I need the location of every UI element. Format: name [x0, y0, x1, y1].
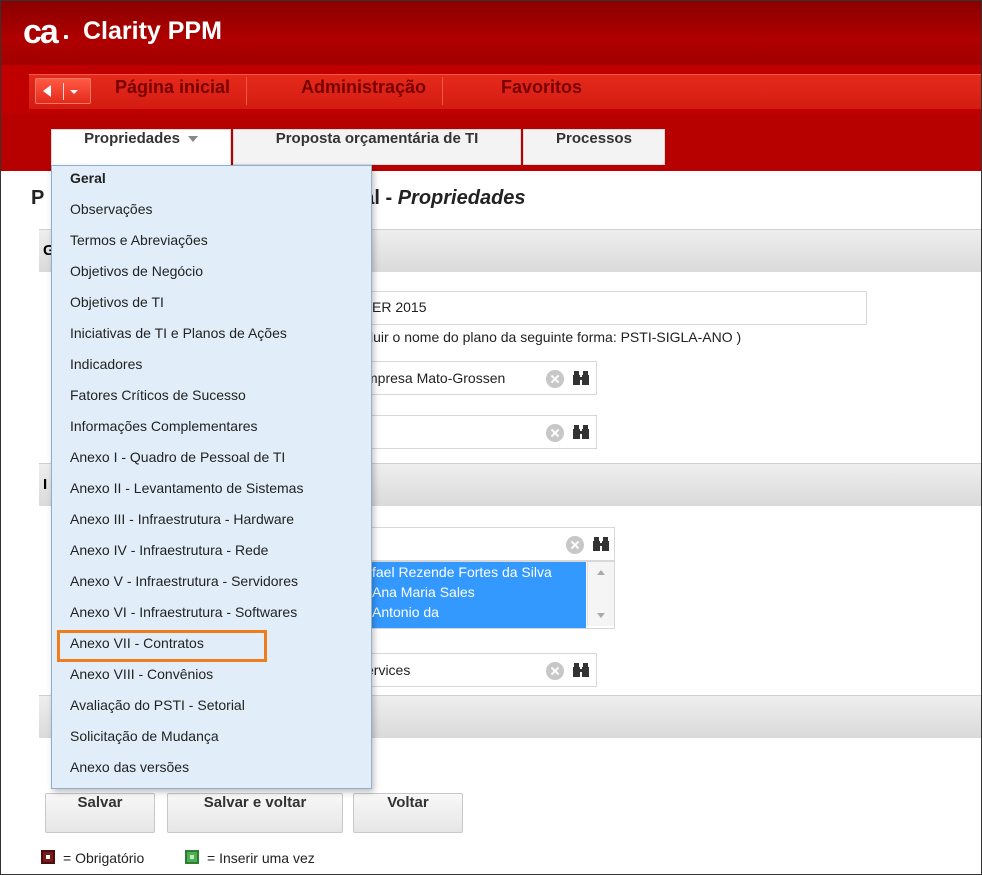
nav-administration[interactable]: Administração [285, 77, 444, 105]
menu-item-change-request[interactable]: Solicitação de Mudança [70, 728, 219, 759]
menu-item-initiatives[interactable]: Iniciativas de TI e Planos de Ações [70, 325, 287, 356]
scroll-up-icon[interactable] [597, 570, 605, 575]
legend-insert-once: = Inserir uma vez [207, 850, 315, 866]
highlight-box [57, 630, 267, 662]
nav-home[interactable]: Página inicial [99, 77, 248, 105]
required-marker-icon [41, 850, 55, 864]
app-window: ca Clarity PPM Página inicial Administra… [0, 0, 982, 875]
binoculars-icon[interactable] [572, 661, 590, 679]
history-back-button[interactable] [35, 78, 91, 104]
menu-item-annex-3[interactable]: Anexo III - Infraestrutura - Hardware [70, 511, 294, 542]
member-option[interactable]: Antonio da [372, 604, 439, 620]
logo-dot [64, 35, 68, 39]
app-header: ca Clarity PPM [1, 1, 981, 65]
services-value: ervices [366, 662, 411, 678]
tab-properties-label: Propriedades [84, 130, 180, 147]
divider [63, 83, 64, 100]
binoculars-icon[interactable] [592, 535, 610, 553]
back-arrow-icon [43, 85, 51, 97]
page-title-italic: Propriedades [397, 187, 526, 209]
section-label: I [43, 476, 48, 493]
chevron-down-icon [187, 136, 198, 143]
page-title-prefix: P [31, 187, 45, 209]
organization-lookup[interactable]: mpresa Mato-Grossen [357, 361, 597, 395]
menu-item-annex-5[interactable]: Anexo V - Infraestrutura - Servidores [70, 573, 298, 604]
tab-budget-proposal[interactable]: Proposta orçamentária de TI [233, 129, 521, 165]
chevron-down-icon[interactable] [70, 90, 78, 94]
menu-item-business-objectives[interactable]: Objetivos de Negócio [70, 263, 203, 294]
menu-item-complementary-info[interactable]: Informações Complementares [70, 418, 258, 449]
tab-processes[interactable]: Processos [523, 129, 665, 165]
selected-members[interactable]: fael Rezende Fortes da Silva Ana Maria S… [364, 562, 586, 628]
ca-logo: ca [23, 13, 59, 51]
plan-name-hint: cluir o nome do plano da seguinte forma:… [363, 329, 742, 345]
listbox-scrollbar[interactable] [587, 562, 614, 626]
app-title: Clarity PPM [83, 17, 222, 45]
lookup-field-2[interactable] [357, 415, 597, 449]
properties-dropdown-menu: Geral Observações Termos e Abreviações O… [51, 165, 372, 789]
member-option[interactable]: fael Rezende Fortes da Silva [372, 564, 552, 580]
member-option[interactable]: Ana Maria Sales [372, 584, 475, 600]
menu-item-psti-evaluation[interactable]: Avaliação do PSTI - Setorial [70, 697, 245, 728]
save-button[interactable]: Salvar [45, 793, 155, 833]
scroll-down-icon[interactable] [597, 613, 605, 618]
save-and-back-button[interactable]: Salvar e voltar [167, 793, 343, 833]
menu-item-it-objectives[interactable]: Objetivos de TI [70, 294, 164, 325]
services-lookup[interactable]: ervices [357, 653, 597, 687]
plan-name-field[interactable]: ER 2015 [363, 291, 867, 325]
menu-item-terms[interactable]: Termos e Abreviações [70, 232, 208, 263]
legend-required: = Obrigatório [63, 850, 145, 866]
menu-item-observations[interactable]: Observações [70, 201, 152, 232]
clear-icon[interactable] [546, 370, 564, 388]
menu-item-annex-4[interactable]: Anexo IV - Infraestrutura - Rede [70, 542, 268, 573]
clear-icon[interactable] [566, 536, 584, 554]
organization-value: mpresa Mato-Grossen [366, 370, 506, 386]
menu-item-general[interactable]: Geral [70, 170, 106, 201]
binoculars-icon[interactable] [572, 423, 590, 441]
clear-icon[interactable] [546, 662, 564, 680]
menu-item-annex-8[interactable]: Anexo VIII - Convênios [70, 666, 213, 697]
insert-once-marker-icon [185, 850, 199, 864]
menu-item-annex-1[interactable]: Anexo I - Quadro de Pessoal de TI [70, 449, 285, 480]
members-listbox[interactable]: fael Rezende Fortes da Silva Ana Maria S… [363, 561, 615, 629]
menu-item-critical-factors[interactable]: Fatores Críticos de Sucesso [70, 387, 246, 418]
back-button[interactable]: Voltar [353, 793, 463, 833]
menu-item-indicators[interactable]: Indicadores [70, 356, 142, 387]
menu-item-versions-annex[interactable]: Anexo das versões [70, 759, 189, 790]
menu-item-annex-2[interactable]: Anexo II - Levantamento de Sistemas [70, 480, 303, 511]
nav-favorites[interactable]: Favoritos [485, 77, 598, 105]
lookup-field-3[interactable] [363, 527, 615, 561]
binoculars-icon[interactable] [572, 369, 590, 387]
clear-icon[interactable] [546, 424, 564, 442]
